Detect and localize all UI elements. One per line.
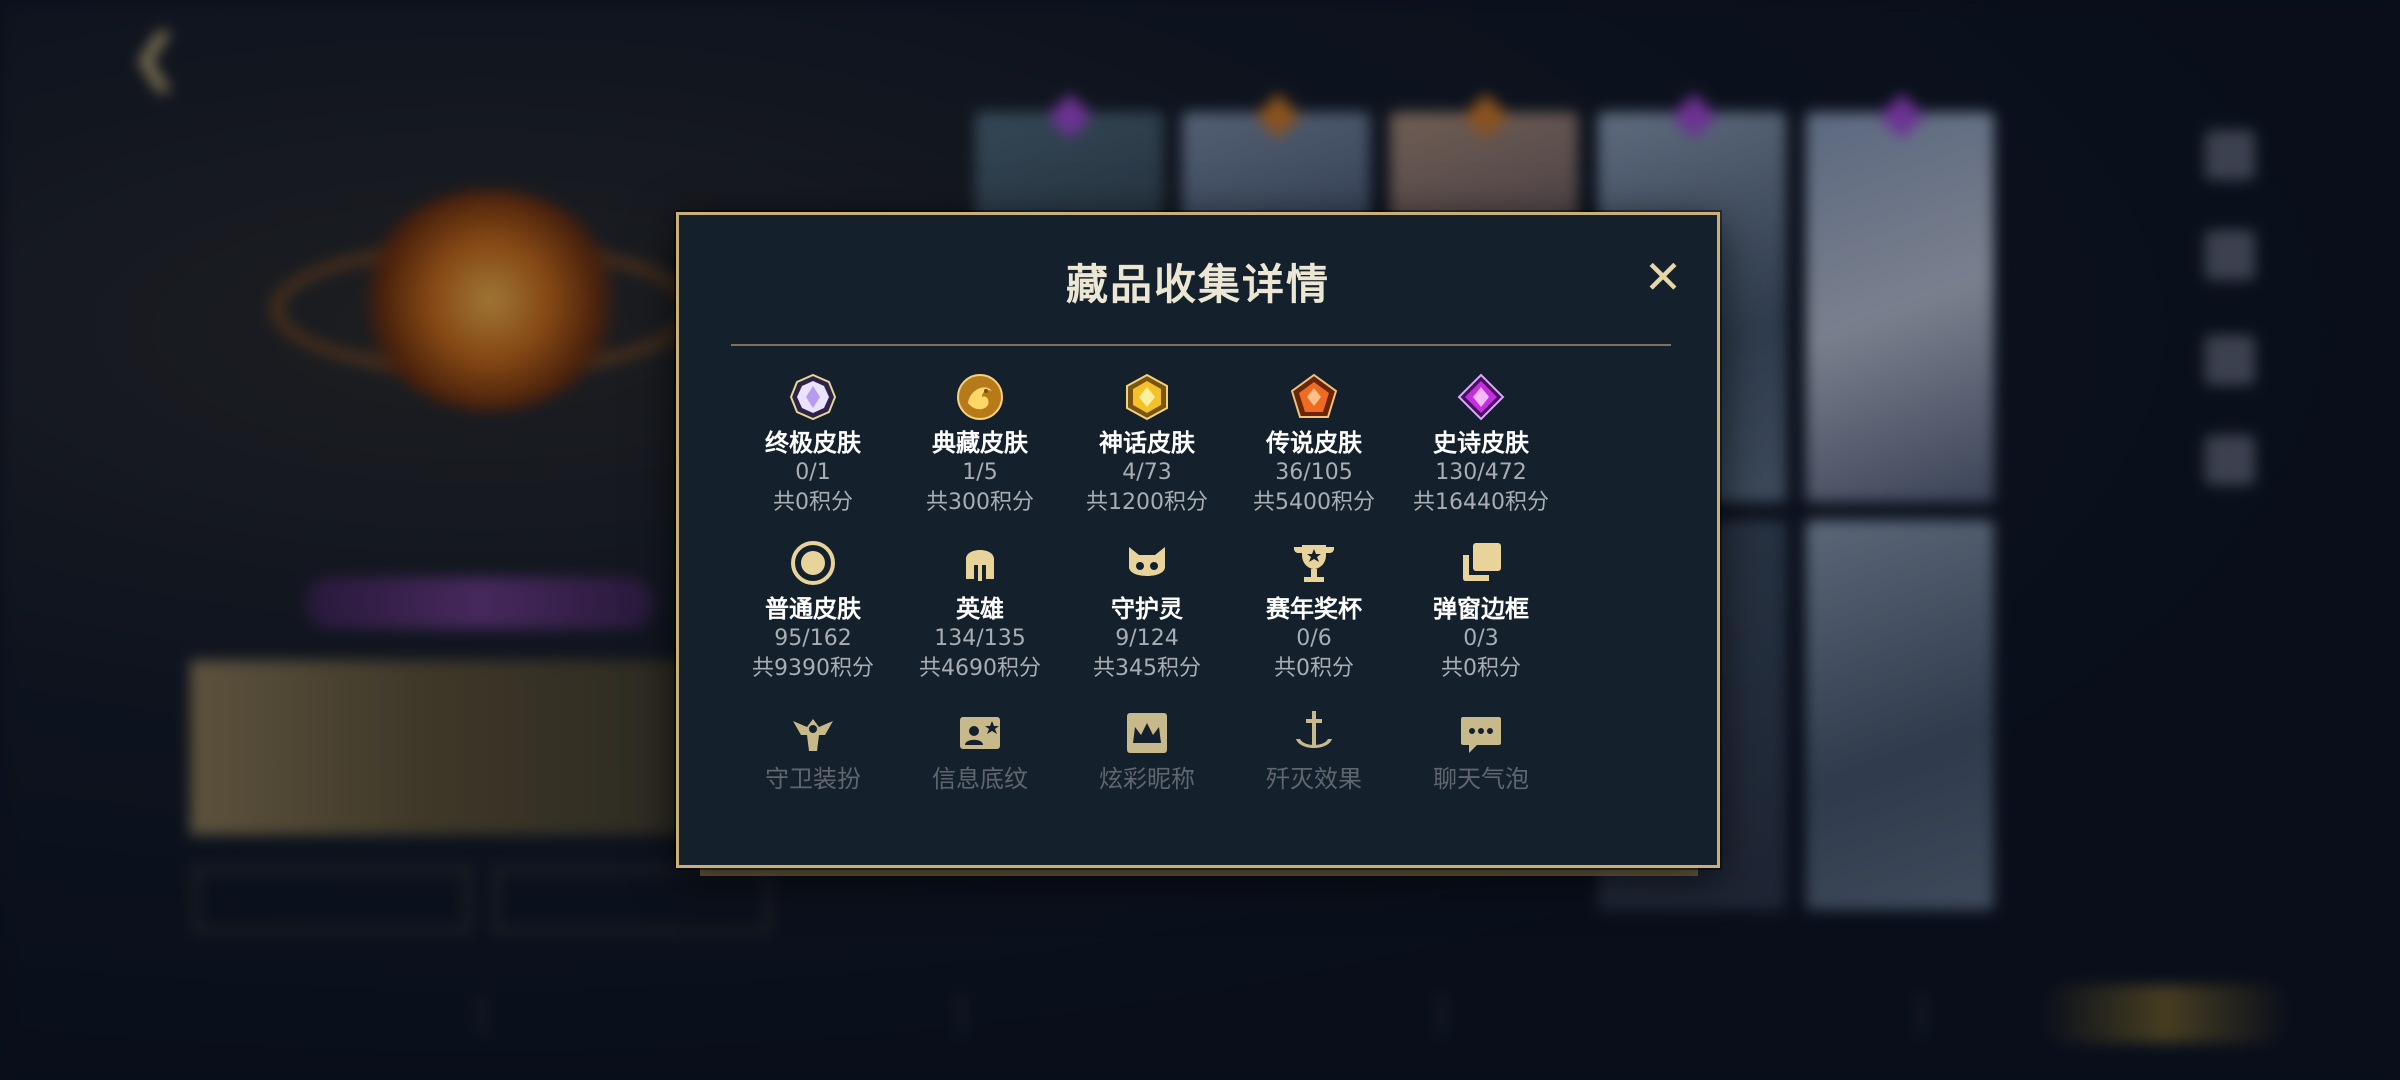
collection-item-ultimate-skin[interactable]: 终极皮肤 0/1 共0积分 [730,373,896,518]
collection-item-season-trophy[interactable]: 赛年奖杯 0/6 共0积分 [1231,539,1397,684]
guardian-spirit-icon [1123,539,1171,587]
epic-skin-gem-icon [1457,373,1505,421]
ultimate-skin-gem-icon [789,373,837,421]
item-points: 共16440积分 [1413,490,1549,515]
item-label: 神话皮肤 [1099,429,1195,457]
item-count: 95/162 [774,626,852,651]
item-label: 赛年奖杯 [1266,595,1362,623]
item-label: 守卫装扮 [765,765,861,793]
item-label: 普通皮肤 [765,595,861,623]
item-label: 炫彩昵称 [1099,765,1195,793]
collection-details-modal: 藏品收集详情 ✕ 终极皮肤 0/1 共0积分 典藏皮肤 1/5 共300积分 神… [676,212,1720,868]
modal-title: 藏品收集详情 [1065,260,1330,309]
item-points: 共1200积分 [1086,490,1208,515]
collection-item-nickname[interactable]: 炫彩昵称 [1064,709,1230,794]
guard-outfit-icon [789,709,837,757]
item-label: 聊天气泡 [1433,765,1529,793]
item-label: 典藏皮肤 [932,429,1028,457]
collection-item-hero[interactable]: 英雄 134/135 共4690积分 [897,539,1063,684]
item-label: 传说皮肤 [1266,429,1362,457]
item-label: 史诗皮肤 [1433,429,1529,457]
legend-skin-gem-icon [1290,373,1338,421]
sword-effect-icon [1290,709,1338,757]
item-points: 共300积分 [926,490,1034,515]
item-count: 134/135 [934,626,1026,651]
item-count: 36/105 [1275,460,1353,485]
item-count: 1/5 [962,460,998,485]
hero-helmet-icon [956,539,1004,587]
close-icon[interactable]: ✕ [1639,253,1687,301]
item-count: 9/124 [1115,626,1179,651]
item-points: 共0积分 [1441,656,1521,681]
item-count: 0/6 [1296,626,1332,651]
item-points: 共5400积分 [1253,490,1375,515]
collection-item-mythic-skin[interactable]: 神话皮肤 4/73 共1200积分 [1064,373,1230,518]
item-points: 共0积分 [1274,656,1354,681]
collection-item-normal-skin[interactable]: 普通皮肤 95/162 共9390积分 [730,539,896,684]
item-label: 英雄 [956,595,1004,623]
modal-shadow [700,868,1698,876]
collection-skin-dragon-icon [956,373,1004,421]
item-label: 信息底纹 [932,765,1028,793]
chat-bubble-icon [1457,709,1505,757]
item-count: 4/73 [1122,460,1172,485]
item-points: 共345积分 [1093,656,1201,681]
item-count: 0/1 [795,460,831,485]
item-label: 终极皮肤 [765,429,861,457]
collection-item-chat-bubble[interactable]: 聊天气泡 [1398,709,1564,794]
collection-item-epic-skin[interactable]: 史诗皮肤 130/472 共16440积分 [1398,373,1564,518]
info-card-icon [956,709,1004,757]
season-trophy-icon [1290,539,1338,587]
item-label: 弹窗边框 [1433,595,1529,623]
collection-item-info-card[interactable]: 信息底纹 [897,709,1063,794]
popup-frame-icon [1457,539,1505,587]
item-points: 共0积分 [773,490,853,515]
title-divider [731,344,1671,346]
crown-nickname-icon [1123,709,1171,757]
collection-item-guard-outfit[interactable]: 守卫装扮 [730,709,896,794]
collection-item-popup-frame[interactable]: 弹窗边框 0/3 共0积分 [1398,539,1564,684]
item-count: 0/3 [1463,626,1499,651]
item-label: 歼灭效果 [1266,765,1362,793]
item-label: 守护灵 [1111,595,1183,623]
collection-item-kill-effect[interactable]: 歼灭效果 [1231,709,1397,794]
item-points: 共9390积分 [752,656,874,681]
collection-item-legend-skin[interactable]: 传说皮肤 36/105 共5400积分 [1231,373,1397,518]
item-count: 130/472 [1435,460,1527,485]
item-points: 共4690积分 [919,656,1041,681]
collection-item-guardian-spirit[interactable]: 守护灵 9/124 共345积分 [1064,539,1230,684]
collection-item-collection-skin[interactable]: 典藏皮肤 1/5 共300积分 [897,373,1063,518]
normal-skin-ring-icon [789,539,837,587]
mythic-skin-gem-icon [1123,373,1171,421]
